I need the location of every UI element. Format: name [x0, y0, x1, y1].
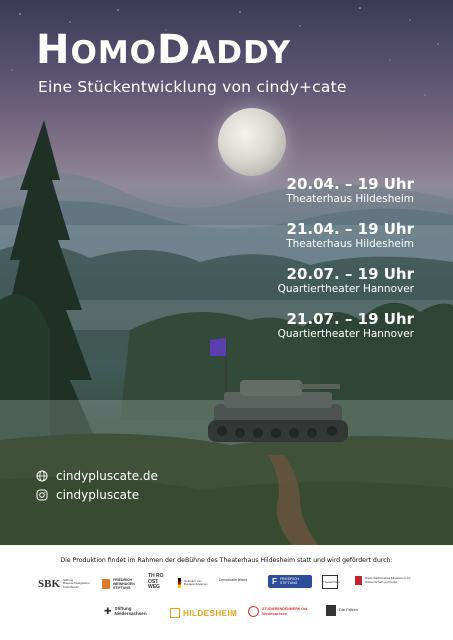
- instagram-handle[interactable]: cindypluscate: [56, 488, 139, 502]
- logo-hildesheim: HILDESHEIM: [170, 608, 237, 618]
- performance-4: 21.07. – 19 Uhr Quartiertheater Hannover: [278, 310, 414, 341]
- moon: [218, 108, 286, 176]
- instagram-icon: [36, 489, 48, 501]
- website-contact[interactable]: cindypluscate.de: [36, 469, 158, 483]
- performance-date: 21.07. – 19 Uhr: [286, 310, 414, 328]
- performance-venue: Theaterhaus Hildesheim: [286, 193, 414, 205]
- funding-statement: Die Produktion findet im Rahmen der deBü…: [60, 557, 393, 564]
- performance-1: 20.04. – 19 Uhr Theaterhaus Hildesheim: [278, 175, 414, 206]
- performance-2: 21.04. – 19 Uhr Theaterhaus Hildesheim: [278, 220, 414, 251]
- logo-stiftung-niedersachsen: ✚ Stiftung Niedersachsen: [104, 605, 147, 616]
- poster-artwork: HOMODADDY Eine Stückentwicklung von cind…: [0, 0, 453, 545]
- logo-studierendenwerk: STUDIERENDENWERK Ost-Niedersachsen: [248, 606, 316, 617]
- performance-venue: Quartiertheater Hannover: [277, 283, 414, 295]
- poster-title: HOMODADDY: [36, 27, 291, 73]
- logo-bundesministerium: Gefördert vom Bundesministerium: [178, 578, 220, 588]
- website-link[interactable]: cindypluscate.de: [56, 469, 158, 483]
- performance-date: 20.07. – 19 Uhr: [286, 265, 414, 283]
- logo-weinhagen: FRIEDRICH WEINHAGEN STIFTUNG: [102, 578, 147, 591]
- performance-date: 20.04. – 19 Uhr: [286, 175, 414, 193]
- performance-dates: 20.04. – 19 Uhr Theaterhaus Hildesheim 2…: [278, 175, 414, 355]
- logo-die-falken: Die Falken: [326, 605, 369, 616]
- instagram-contact[interactable]: cindypluscate: [36, 488, 139, 502]
- logo-theaterhaus: Theaterhaus: [322, 575, 340, 589]
- purple-flag: [210, 338, 226, 356]
- sponsor-footer: Die Produktion findet im Rahmen der deBü…: [0, 545, 453, 640]
- performance-3: 20.07. – 19 Uhr Quartiertheater Hannover: [278, 265, 414, 296]
- logo-demokratie-leben: Demokratie leben!: [219, 578, 248, 582]
- performance-venue: Theaterhaus Hildesheim: [286, 238, 414, 250]
- logo-niedersachsen-ministerium: Niedersächsisches Ministerium für Wissen…: [355, 576, 411, 585]
- logo-sbk: SBK Stiftung Braunschweigischer Kulturbe…: [38, 578, 90, 590]
- performance-venue: Quartiertheater Hannover: [277, 328, 414, 340]
- globe-icon: [36, 470, 48, 482]
- logo-friedrich-stiftung: F FRIEDRICH STIFTUNG: [268, 575, 312, 588]
- logo-throostweg: TH RO OST WEG: [148, 573, 164, 590]
- poster-subtitle: Eine Stückentwicklung von cindy+cate: [38, 78, 347, 96]
- performance-date: 21.04. – 19 Uhr: [286, 220, 414, 238]
